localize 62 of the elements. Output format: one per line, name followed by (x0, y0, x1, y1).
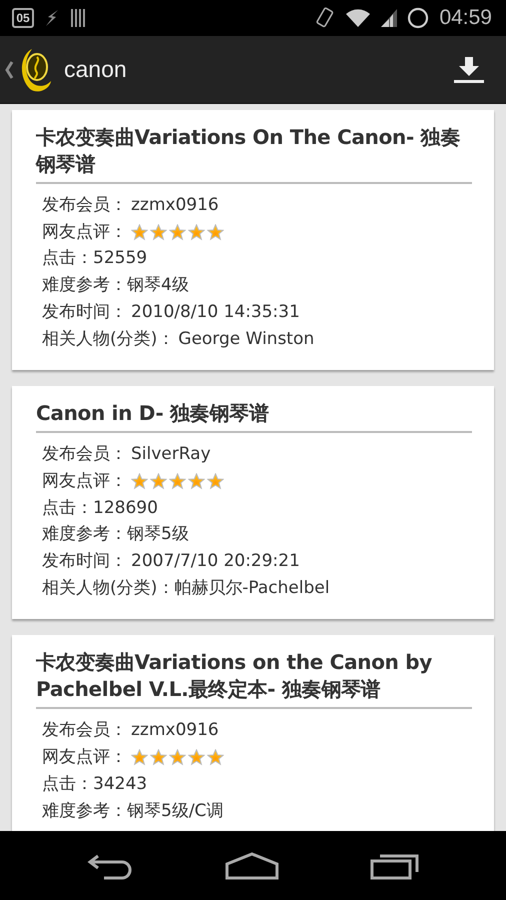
field-label: 发布会员： (42, 719, 127, 742)
score-title[interactable]: 卡农变奏曲Variations On The Canon- 独奏钢琴谱 (36, 124, 472, 184)
stacked-windows-icon (370, 852, 420, 880)
clock-time: 04:59 (439, 6, 492, 30)
field-value: 128690 (93, 496, 158, 520)
field-label: 点击： (42, 247, 93, 270)
field-value: 钢琴4级 (127, 274, 189, 298)
barcode-icon (70, 8, 87, 28)
field-label: 网友点评： (42, 746, 127, 770)
score-title[interactable]: 卡农变奏曲Variations on the Canon by Pachelbel V.L.最终定本- 独奏钢琴谱 (36, 649, 472, 710)
field-label: 点击： (42, 772, 93, 796)
download-button[interactable] (454, 56, 484, 84)
field-label: 网友点评： (42, 220, 127, 244)
field-value: 帕赫贝尔-Pachelbel (174, 576, 330, 600)
field-label: 难度参考： (42, 523, 127, 546)
calendar-icon: 05 (12, 8, 34, 28)
field-label: 点击： (42, 496, 93, 520)
wifi-icon (345, 8, 372, 28)
lightning-icon (44, 9, 60, 27)
field-label: 难度参考： (42, 274, 127, 298)
star-icon (131, 224, 148, 241)
star-icon (150, 224, 167, 241)
field-label: 发布时间： (42, 550, 127, 574)
star-icon (207, 224, 224, 241)
field-label: 发布会员： (42, 443, 127, 466)
star-icon (150, 472, 167, 490)
field-value: 2010/8/10 14:35:31 (131, 300, 300, 324)
field-label: 相关人物(分类)： (42, 328, 174, 351)
star-icon (188, 224, 205, 241)
field-value: 34243 (93, 772, 148, 796)
star-icon (207, 748, 224, 766)
star-icon (131, 472, 148, 490)
field-label: 发布会员： (42, 194, 127, 217)
star-icon (169, 472, 186, 490)
house-outline-icon (224, 852, 279, 880)
star-icon (207, 472, 224, 490)
star-icon (169, 224, 186, 241)
star-icon (150, 748, 167, 766)
field-value: zzmx0916 (131, 194, 219, 217)
screen-title: canon (64, 56, 127, 83)
score-title[interactable]: Canon in D- 独奏钢琴谱 (36, 400, 472, 434)
field-value: SilverRay (131, 443, 211, 466)
star-icon (188, 472, 205, 490)
signal-icon (381, 8, 398, 28)
field-value: 钢琴5级 (127, 523, 189, 546)
field-value: 52559 (93, 247, 148, 270)
field-label: 网友点评： (42, 470, 127, 493)
app-home-button[interactable] (4, 46, 52, 92)
field-label: 难度参考： (42, 800, 127, 823)
vibrate-icon (315, 7, 336, 29)
star-icon (169, 748, 186, 766)
field-value: 钢琴5级/C调 (127, 800, 224, 823)
star-icon (131, 748, 148, 766)
field-label: 相关人物(分类)： (42, 576, 174, 600)
field-value: George Winston (178, 328, 314, 351)
field-value: 2007/7/10 20:29:21 (131, 550, 300, 574)
field-value: zzmx0916 (131, 719, 219, 742)
circle-icon (407, 7, 430, 29)
back-caret-icon (4, 60, 14, 80)
field-label: 发布时间： (42, 300, 127, 324)
download-icon (454, 56, 484, 84)
star-icon (188, 748, 205, 766)
